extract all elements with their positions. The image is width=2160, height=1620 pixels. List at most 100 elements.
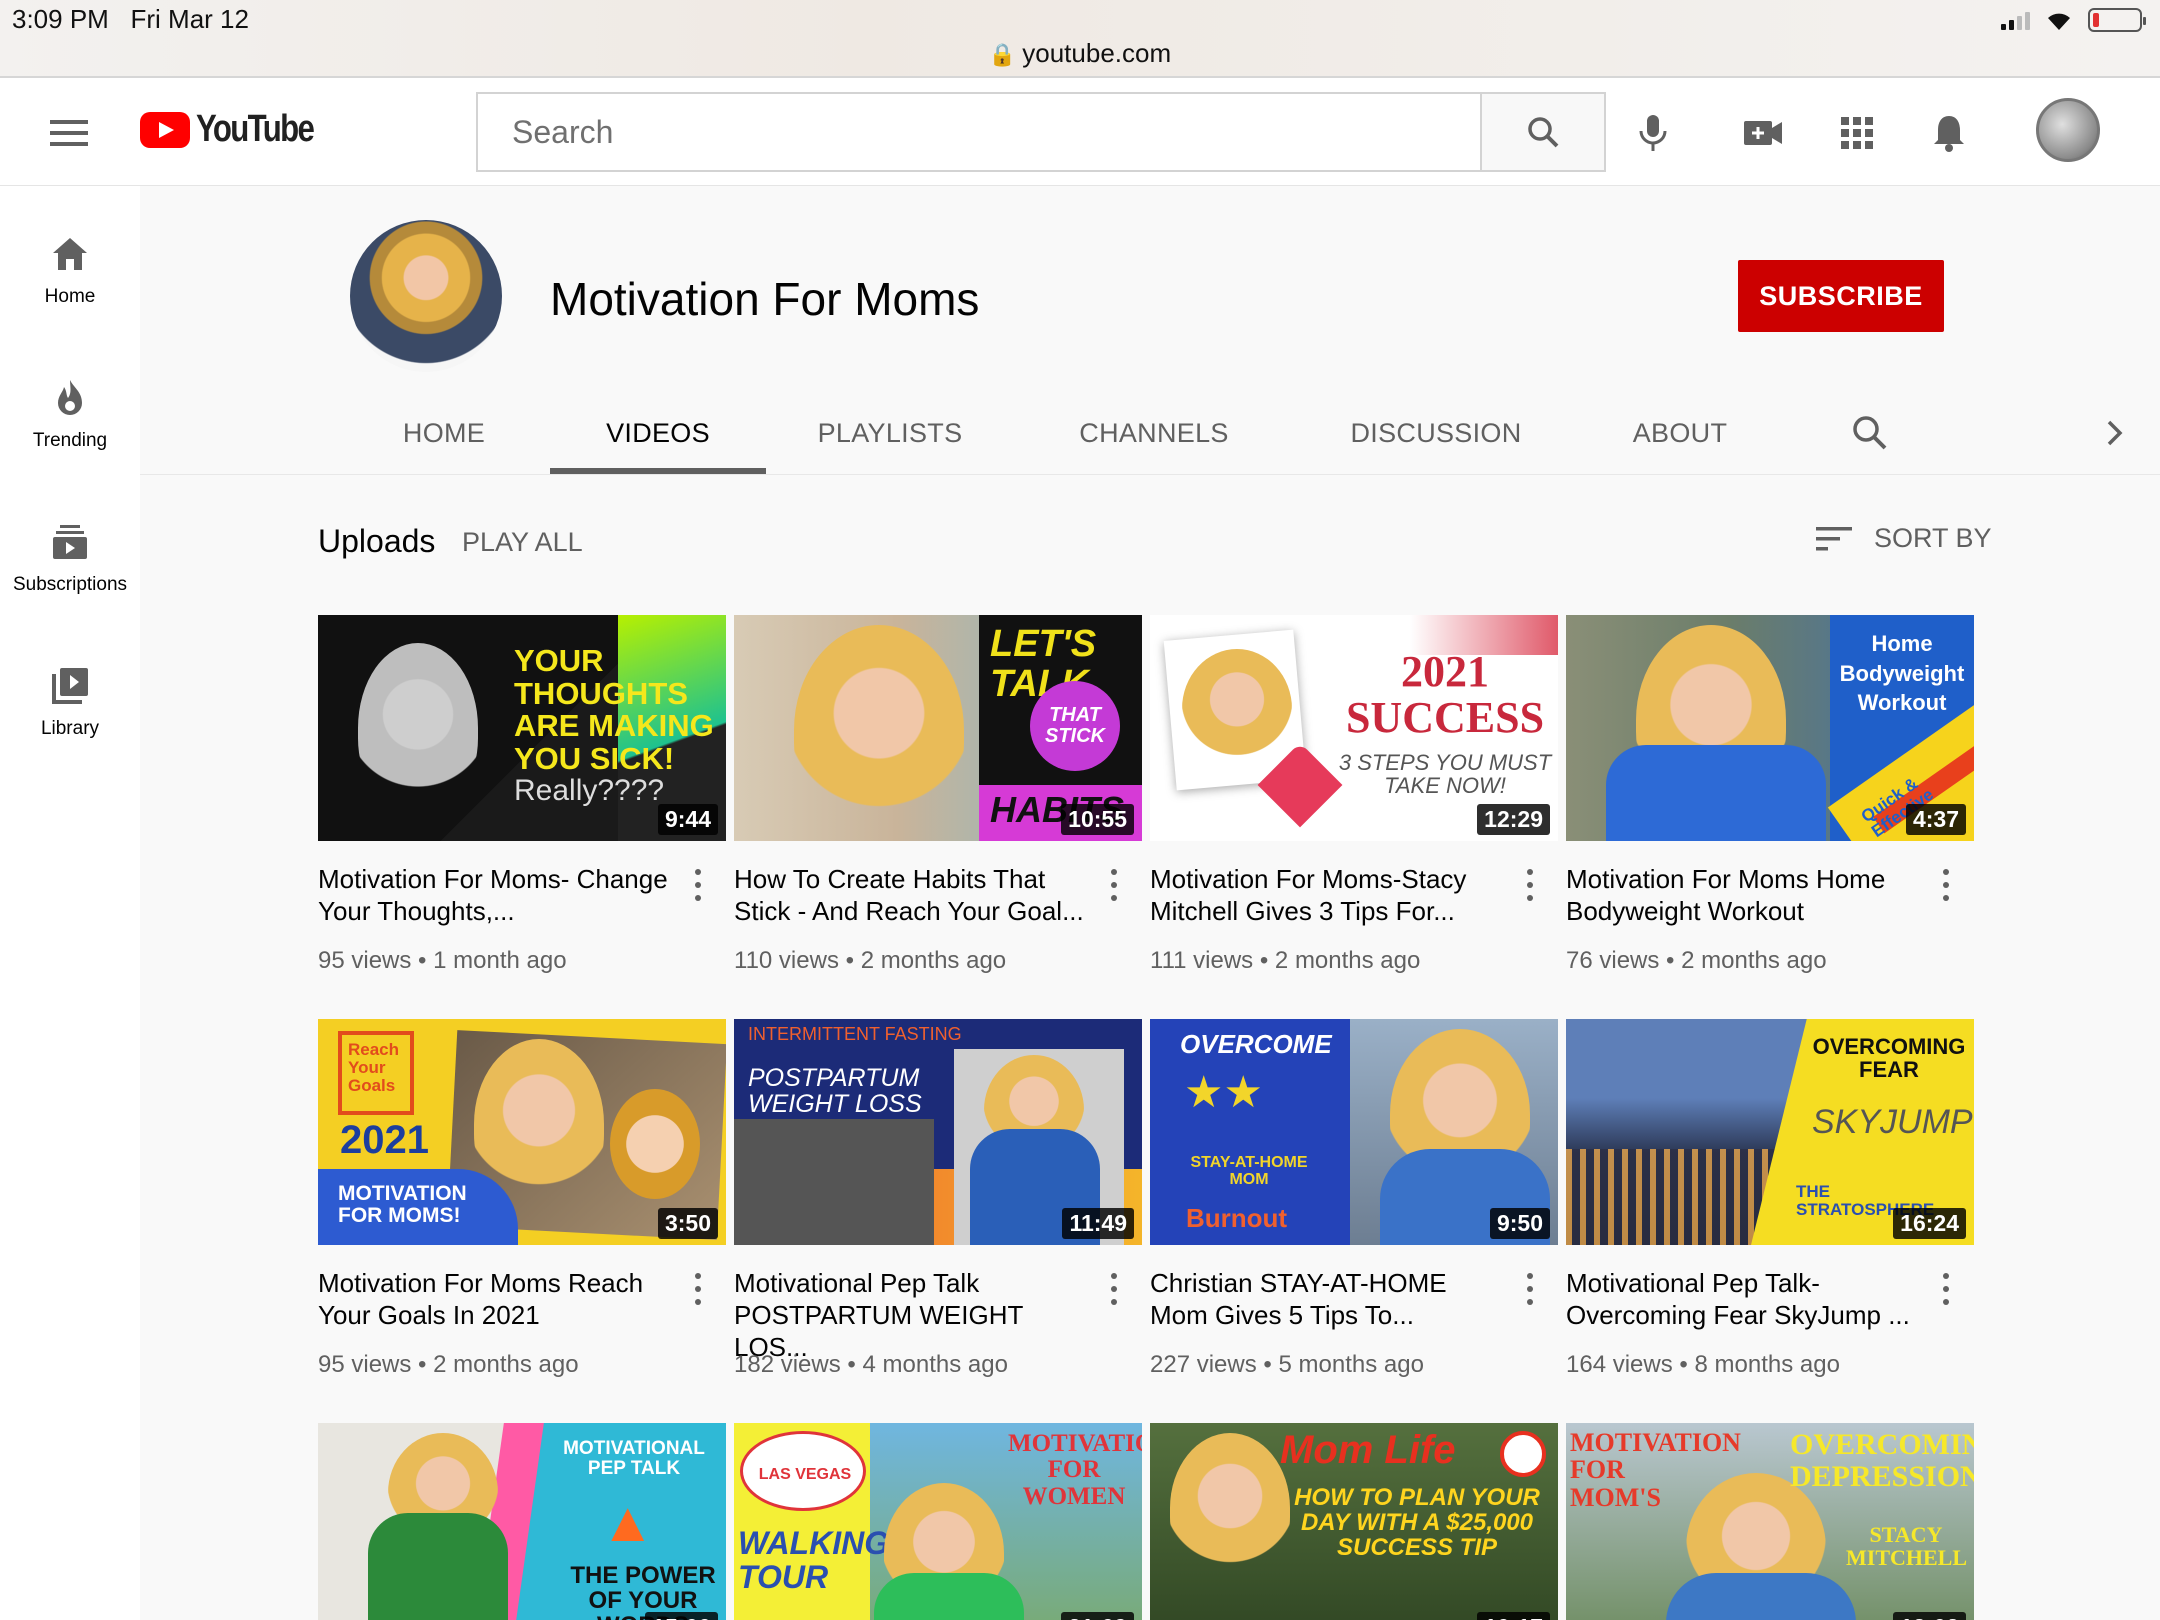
thumbnail-subtext: MOTIVATION FOR MOMS! <box>338 1182 467 1228</box>
create-video-icon[interactable] <box>1738 108 1788 158</box>
tab-channels[interactable]: CHANNELS <box>1064 396 1244 470</box>
menu-icon[interactable] <box>50 120 88 146</box>
channel-avatar[interactable] <box>350 220 502 372</box>
video-title[interactable]: How To Create Habits That Stick - And Re… <box>734 863 1094 927</box>
video-card[interactable]: LET'S TALK THAT STICK HABITS 10:55 How T… <box>734 615 1142 995</box>
video-card[interactable]: MOTIVATION FOR MOM'S OVERCOMING DEPRESSI… <box>1566 1423 1974 1620</box>
tab-home[interactable]: HOME <box>380 396 508 470</box>
video-card[interactable]: Reach Your Goals 2021 MOTIVATION FOR MOM… <box>318 1019 726 1399</box>
sidebar-item-label: Subscriptions <box>12 574 128 595</box>
sidebar-item-home[interactable]: Home <box>0 230 140 308</box>
section-title: Uploads <box>318 523 436 559</box>
tab-discussion[interactable]: DISCUSSION <box>1336 396 1536 470</box>
video-thumbnail[interactable]: OVERCOMING FEAR SKYJUMP THE STRATOSPHERE… <box>1566 1019 1974 1245</box>
channel-name: Motivation For Moms <box>550 273 980 325</box>
thumbnail-extra: MOTIVATION FOR MOM'S <box>1570 1428 1741 1512</box>
video-duration: 3:50 <box>657 1208 718 1239</box>
video-thumbnail[interactable]: Reach Your Goals 2021 MOTIVATION FOR MOM… <box>318 1019 726 1245</box>
video-title[interactable]: Motivation For Moms-Stacy Mitchell Gives… <box>1150 863 1510 927</box>
video-card[interactable]: YOUR THOUGHTS ARE MAKING YOU SICK! Reall… <box>318 615 726 995</box>
video-meta: 76 views • 2 months ago <box>1566 947 1827 974</box>
flame-icon: ▲ <box>600 1490 656 1553</box>
search-box <box>476 92 1482 172</box>
more-options-icon[interactable] <box>1106 865 1122 905</box>
thumbnail-subtext: THAT STICK <box>1045 704 1105 747</box>
video-thumbnail[interactable]: MOTIVATION FOR MOM'S OVERCOMING DEPRESSI… <box>1566 1423 1974 1620</box>
video-meta: 95 views • 2 months ago <box>318 1351 579 1378</box>
video-thumbnail[interactable]: 2021 SUCCESS 3 STEPS YOU MUST TAKE NOW! … <box>1150 615 1558 841</box>
trending-flame-icon <box>0 374 140 422</box>
subscribe-button[interactable]: SUBSCRIBE <box>1738 260 1944 332</box>
video-card[interactable]: Home Bodyweight Workout Quick & Effectiv… <box>1566 615 1974 995</box>
more-options-icon[interactable] <box>1938 1269 1954 1309</box>
account-avatar-icon[interactable] <box>2036 98 2100 162</box>
video-thumbnail[interactable]: LET'S TALK THAT STICK HABITS 10:55 <box>734 615 1142 841</box>
tab-about[interactable]: ABOUT <box>1620 396 1740 470</box>
thumbnail-extra: Reach Your Goals <box>348 1040 400 1095</box>
tab-playlists[interactable]: PLAYLISTS <box>800 396 980 470</box>
lock-icon: 🔒 <box>988 42 1017 67</box>
video-thumbnail[interactable]: OVERCOME ★★ STAY-AT-HOME MOM Burnout 9:5… <box>1150 1019 1558 1245</box>
cellular-signal-icon <box>2001 10 2030 30</box>
video-card[interactable]: OVERCOME ★★ STAY-AT-HOME MOM Burnout 9:5… <box>1150 1019 1558 1399</box>
sidebar-item-subscriptions[interactable]: Subscriptions <box>0 518 140 596</box>
notifications-bell-icon[interactable] <box>1924 108 1974 158</box>
video-duration: 10:17 <box>1477 1612 1550 1620</box>
video-meta: 95 views • 1 month ago <box>318 947 567 974</box>
thumbnail-text: OVERCOMING FEAR <box>1812 1034 1966 1083</box>
more-options-icon[interactable] <box>690 1269 706 1309</box>
video-thumbnail[interactable]: Home Bodyweight Workout Quick & Effectiv… <box>1566 615 1974 841</box>
thumbnail-text: MOTIVATION FOR WOMEN <box>1008 1430 1142 1510</box>
video-card[interactable]: OVERCOMING FEAR SKYJUMP THE STRATOSPHERE… <box>1566 1019 1974 1399</box>
video-title[interactable]: Motivation For Moms Home Bodyweight Work… <box>1566 863 1926 927</box>
sort-by-button[interactable]: SORT BY <box>1816 523 1992 554</box>
video-meta: 110 views • 2 months ago <box>734 947 1007 974</box>
sidebar-item-library[interactable]: Library <box>0 662 140 740</box>
sidebar-item-trending[interactable]: Trending <box>0 374 140 452</box>
thumbnail-extra: THE STRATOSPHERE <box>1796 1182 1935 1219</box>
sort-label: SORT BY <box>1874 523 1992 553</box>
video-title[interactable]: Motivation For Moms- Change Your Thought… <box>318 863 678 927</box>
wifi-icon <box>2048 13 2070 30</box>
ios-status-bar: 3:09 PM Fri Mar 12 🔒 youtube.com <box>0 0 2160 78</box>
microphone-icon[interactable] <box>1628 108 1678 158</box>
thumbnail-text: 2021 SUCCESS <box>1345 647 1545 743</box>
video-duration: 12:29 <box>1477 804 1550 835</box>
video-card[interactable]: MOTIVATIONAL PEP TALK ▲ THE POWER OF YOU… <box>318 1423 726 1620</box>
video-title[interactable]: Motivational Pep Talk- Overcoming Fear S… <box>1566 1267 1926 1331</box>
play-all-button[interactable]: PLAY ALL <box>462 527 583 558</box>
video-meta: 227 views • 5 months ago <box>1150 1351 1424 1378</box>
video-thumbnail[interactable]: Mom Life HOW TO PLAN YOUR DAY WITH A $25… <box>1150 1423 1558 1620</box>
more-options-icon[interactable] <box>1522 1269 1538 1309</box>
thumbnail-text: OVERCOME <box>1180 1029 1332 1059</box>
video-duration: 11:49 <box>1062 1208 1134 1239</box>
sidebar-item-label: Trending <box>32 430 108 451</box>
video-title[interactable]: Motivational Pep Talk POSTPARTUM WEIGHT … <box>734 1267 1094 1363</box>
video-title[interactable]: Motivation For Moms Reach Your Goals In … <box>318 1267 678 1331</box>
video-meta: 182 views • 4 months ago <box>734 1351 1008 1378</box>
channel-search-icon[interactable] <box>1840 396 1900 470</box>
thumbnail-text: POSTPARTUM WEIGHT LOSS <box>748 1064 922 1119</box>
video-thumbnail[interactable]: LAS VEGAS WALKING TOUR MOTIVATION FOR WO… <box>734 1423 1142 1620</box>
address-bar[interactable]: 🔒 youtube.com <box>0 38 2160 69</box>
video-thumbnail[interactable]: MOTIVATIONAL PEP TALK ▲ THE POWER OF YOU… <box>318 1423 726 1620</box>
video-thumbnail[interactable]: INTERMITTENT FASTING POSTPARTUM WEIGHT L… <box>734 1019 1142 1245</box>
apps-grid-icon[interactable] <box>1832 108 1882 158</box>
video-card[interactable]: Mom Life HOW TO PLAN YOUR DAY WITH A $25… <box>1150 1423 1558 1620</box>
thumbnail-subtext: INTERMITTENT FASTING <box>748 1024 962 1044</box>
thumbnail-text: Home Bodyweight Workout <box>1839 631 1965 716</box>
video-card[interactable]: LAS VEGAS WALKING TOUR MOTIVATION FOR WO… <box>734 1423 1142 1620</box>
chevron-right-icon[interactable] <box>2090 396 2140 470</box>
video-card[interactable]: 2021 SUCCESS 3 STEPS YOU MUST TAKE NOW! … <box>1150 615 1558 995</box>
more-options-icon[interactable] <box>1938 865 1954 905</box>
more-options-icon[interactable] <box>1106 1269 1122 1309</box>
more-options-icon[interactable] <box>690 865 706 905</box>
search-button[interactable] <box>1480 92 1606 172</box>
video-thumbnail[interactable]: YOUR THOUGHTS ARE MAKING YOU SICK! Reall… <box>318 615 726 841</box>
youtube-logo[interactable]: YouTube <box>140 108 339 151</box>
more-options-icon[interactable] <box>1522 865 1538 905</box>
video-title[interactable]: Christian STAY-AT-HOME Mom Gives 5 Tips … <box>1150 1267 1510 1331</box>
search-input[interactable] <box>478 94 1480 170</box>
video-card[interactable]: INTERMITTENT FASTING POSTPARTUM WEIGHT L… <box>734 1019 1142 1399</box>
tab-videos[interactable]: VIDEOS <box>550 396 766 474</box>
